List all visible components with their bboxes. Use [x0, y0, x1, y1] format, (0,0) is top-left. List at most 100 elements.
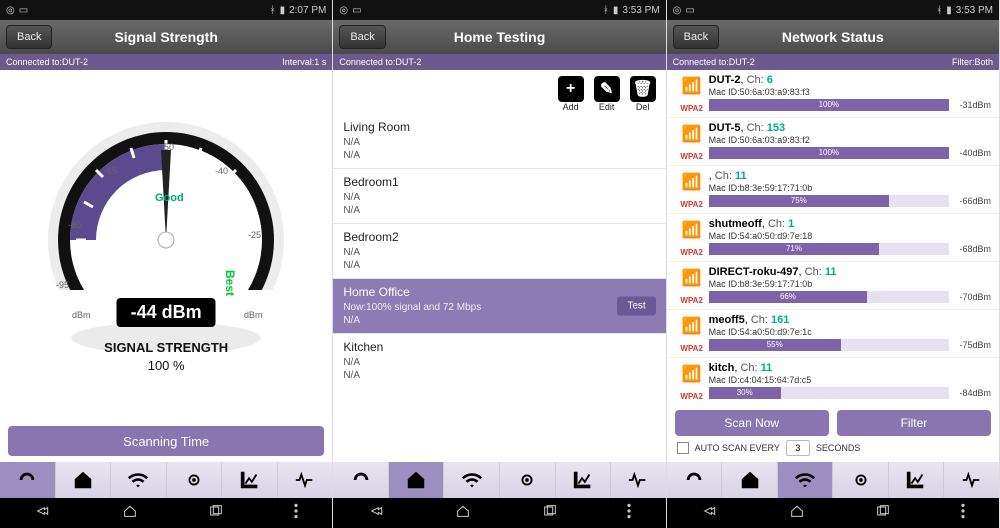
android-navbar [667, 498, 999, 528]
tab-chart[interactable] [222, 462, 278, 498]
nav-back-icon[interactable] [700, 503, 720, 524]
nav-back-icon[interactable] [33, 503, 53, 524]
room-list: Living RoomN/AN/ABedroom1N/AN/ABedroom2N… [333, 114, 665, 388]
wifi-icon: 📶 [682, 316, 702, 336]
mac-address: Mac ID:50:6a:03:a9:83:f3 [709, 87, 991, 97]
tab-pulse[interactable] [944, 462, 999, 498]
scan-now-button[interactable]: Scan Now [675, 410, 829, 436]
autoscan-seconds-input[interactable] [786, 440, 810, 456]
pic-icon: ▭ [19, 5, 28, 16]
battery-icon: ▮ [280, 5, 286, 16]
test-button[interactable]: Test [617, 297, 655, 316]
tick-65: -65 [104, 166, 117, 176]
signal-bar: 75% [709, 195, 949, 207]
nav-back-icon[interactable] [367, 503, 387, 524]
statusbar: ◎▭ ᚼ▮3:53 PM [667, 0, 999, 20]
edit-button[interactable]: ✎Edit [594, 76, 620, 112]
info-strip: Connected to:DUT-2 [333, 54, 665, 70]
back-button[interactable]: Back [673, 25, 719, 49]
nav-menu-icon[interactable] [626, 503, 632, 524]
battery-icon: ▮ [946, 5, 952, 16]
nav-home-icon[interactable] [453, 503, 473, 524]
panel-signal-strength: ◎▭ ᚼ▮2:07 PM Back Signal Strength Connec… [0, 0, 333, 528]
room-line2: N/A [343, 369, 655, 382]
room-item[interactable]: Bedroom1N/AN/A [333, 168, 665, 223]
room-item[interactable]: KitchenN/AN/A [333, 333, 665, 388]
tab-home[interactable] [56, 462, 112, 498]
info-strip: Connected to:DUT-2 Interval:1 s [0, 54, 332, 70]
app-icon: ◎ [673, 5, 682, 16]
add-button[interactable]: +Add [558, 76, 584, 112]
tab-home[interactable] [722, 462, 778, 498]
wifi-icon: 📶 [682, 76, 702, 96]
room-line1: Now:100% signal and 72 Mbps [343, 301, 655, 314]
good-label: Good [155, 192, 184, 204]
nav-recent-icon[interactable] [540, 503, 560, 524]
clock: 3:53 PM [622, 5, 659, 16]
dbm-value: -75dBm [955, 340, 991, 350]
nav-menu-icon[interactable] [960, 503, 966, 524]
network-row[interactable]: 📶WPA2, Ch: 11Mac ID:b8:3e:59:17:71:0b75%… [667, 166, 999, 214]
room-name: Living Room [343, 120, 655, 134]
tab-gauge[interactable] [333, 462, 389, 498]
network-row[interactable]: 📶WPA2DUT-5, Ch: 153Mac ID:50:6a:03:a9:83… [667, 118, 999, 166]
nav-home-icon[interactable] [120, 503, 140, 524]
nav-recent-icon[interactable] [206, 503, 226, 524]
security-label: WPA2 [680, 248, 703, 257]
nav-menu-icon[interactable] [293, 503, 299, 524]
panel-home-testing: ◎▭ ᚼ▮3:53 PM Back Home Testing Connected… [333, 0, 666, 528]
scanning-time-button[interactable]: Scanning Time [8, 426, 324, 456]
room-item[interactable]: Bedroom2N/AN/A [333, 223, 665, 278]
android-navbar [0, 498, 332, 528]
delete-button[interactable]: 🗑Del [630, 76, 656, 112]
filter-label: Filter:Both [952, 57, 993, 67]
tab-pulse[interactable] [611, 462, 666, 498]
connected-label: Connected to:DUT-2 [6, 57, 88, 67]
network-name: kitch, Ch: 11 [709, 362, 991, 374]
tab-gauge[interactable] [667, 462, 723, 498]
tab-wifi[interactable] [778, 462, 834, 498]
mac-address: Mac ID:54:a0:50:d9:7e:18 [709, 231, 991, 241]
room-item[interactable]: Home OfficeNow:100% signal and 72 MbpsN/… [333, 278, 665, 333]
network-row[interactable]: 📶WPA2meoff5, Ch: 161Mac ID:54:a0:50:d9:7… [667, 310, 999, 358]
nav-home-icon[interactable] [787, 503, 807, 524]
tab-target[interactable] [500, 462, 556, 498]
tab-target[interactable] [167, 462, 223, 498]
tab-chart[interactable] [889, 462, 945, 498]
bottom-tabs [0, 462, 332, 498]
room-line2: N/A [343, 259, 655, 272]
connected-label: Connected to:DUT-2 [339, 57, 421, 67]
network-row[interactable]: 📶WPA2DIRECT-roku-497, Ch: 11Mac ID:b8:3e… [667, 262, 999, 310]
android-navbar [333, 498, 665, 528]
room-name: Home Office [343, 285, 655, 299]
network-row[interactable]: 📶WPA2kitch, Ch: 11Mac ID:c4:04:15:64:7d:… [667, 358, 999, 404]
tab-chart[interactable] [556, 462, 612, 498]
tick-50: -50 [161, 142, 174, 152]
pic-icon: ▭ [352, 5, 361, 16]
network-name: DUT-2, Ch: 6 [709, 74, 991, 86]
network-list[interactable]: 📶 WPA2 DUT-2, Ch: 6Mac ID:50:6a:03:a9:83:f… [667, 70, 999, 404]
network-row[interactable]: 📶WPA2shutmeoff, Ch: 1Mac ID:54:a0:50:d9:… [667, 214, 999, 262]
dbm-value: -44 dBm [117, 298, 216, 327]
panel-network-status: ◎▭ ᚼ▮3:53 PM Back Network Status Connect… [667, 0, 1000, 528]
nav-recent-icon[interactable] [873, 503, 893, 524]
network-row[interactable]: 📶WPA2DUT-2, Ch: 6Mac ID:50:6a:03:a9:83:f… [667, 70, 999, 118]
tab-pulse[interactable] [278, 462, 333, 498]
back-button[interactable]: Back [339, 25, 385, 49]
room-item[interactable]: Living RoomN/AN/A [333, 114, 665, 168]
room-line1: N/A [343, 356, 655, 369]
room-line1: N/A [343, 136, 655, 149]
bottom-tabs [333, 462, 665, 498]
autoscan-checkbox[interactable] [677, 442, 689, 454]
tab-wifi[interactable] [444, 462, 500, 498]
tab-wifi[interactable] [111, 462, 167, 498]
back-button[interactable]: Back [6, 25, 52, 49]
room-line1: N/A [343, 191, 655, 204]
dbm-value: -66dBm [955, 196, 991, 206]
filter-button[interactable]: Filter [837, 410, 991, 436]
statusbar: ◎▭ ᚼ▮3:53 PM [333, 0, 665, 20]
tab-home[interactable] [389, 462, 445, 498]
tab-target[interactable] [833, 462, 889, 498]
tick-25: -25 [248, 230, 261, 240]
tab-gauge[interactable] [0, 462, 56, 498]
